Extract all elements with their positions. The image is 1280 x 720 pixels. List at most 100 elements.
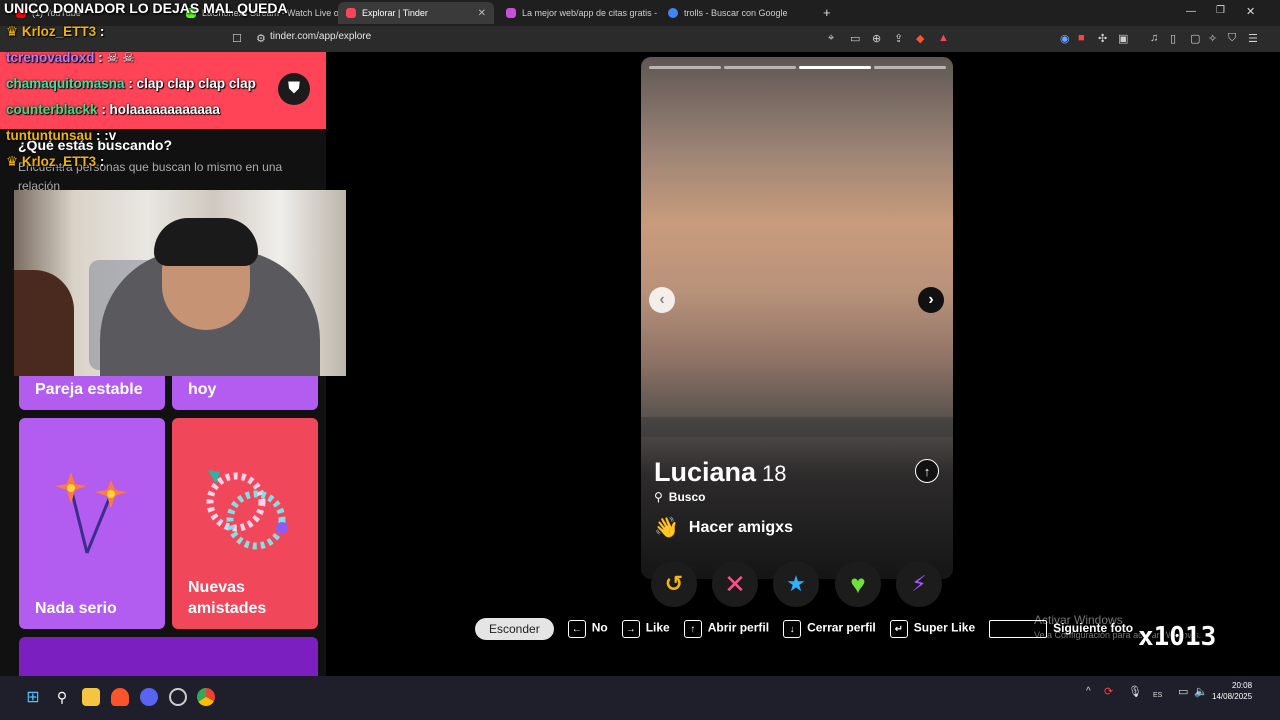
- tab-label: La mejor web/app de citas gratis - ar: [522, 8, 658, 18]
- shortcut-close-profile: ↓ Cerrar perfil: [783, 620, 876, 638]
- safety-shield-icon[interactable]: ⛊: [278, 73, 310, 105]
- hide-shortcuts-button[interactable]: Esconder: [475, 618, 554, 640]
- tinder-flame-icon: [346, 8, 356, 18]
- previous-photo-button[interactable]: ‹: [649, 287, 675, 313]
- bookmark-icon[interactable]: ☐: [232, 32, 242, 45]
- next-photo-button[interactable]: ›: [918, 287, 944, 313]
- lightning-icon: ⚡: [911, 571, 927, 596]
- puzzle-icon[interactable]: ✣: [1098, 32, 1107, 45]
- windows-start-icon[interactable]: ⊞: [24, 688, 42, 706]
- tray-chevron-icon[interactable]: ^: [1086, 686, 1091, 697]
- brave-browser-icon[interactable]: [111, 688, 129, 706]
- extension-icon[interactable]: ◉: [1060, 32, 1070, 45]
- chrome-icon[interactable]: [197, 688, 215, 706]
- boost-button[interactable]: ⚡: [896, 561, 942, 607]
- nope-button[interactable]: ✕: [712, 561, 758, 607]
- file-explorer-icon[interactable]: [82, 688, 100, 706]
- relationship-goal: 👋 Hacer amigxs: [654, 515, 793, 540]
- category-nada-serio[interactable]: Nada serio: [19, 418, 165, 629]
- url-field[interactable]: tinder.com/app/explore: [270, 31, 371, 42]
- profile-card[interactable]: ‹ › Luciana 18 ↑ ⚲ Busco 👋 Hacer amigxs: [641, 57, 953, 579]
- sidebar-icon[interactable]: ▯: [1170, 32, 1176, 45]
- menu-icon[interactable]: ☰: [1248, 32, 1258, 45]
- relationship-goal-text: Hacer amigxs: [688, 518, 793, 536]
- category-more[interactable]: [19, 637, 318, 676]
- shortcut-label: Super Like: [913, 620, 976, 635]
- chat-text: :: [98, 50, 103, 65]
- skull-emote-icon: ☠ ☠: [106, 50, 135, 65]
- category-nuevas-amistades[interactable]: Nuevas amistades: [172, 418, 318, 629]
- window-icon[interactable]: ▢: [1190, 32, 1200, 45]
- chat-text: : holaaaaaaaaaaaa: [101, 102, 220, 117]
- chat-user: tuntuntunsau: [6, 128, 93, 143]
- site-settings-icon[interactable]: ⚙: [256, 32, 266, 45]
- photo-indicator[interactable]: [874, 66, 946, 69]
- volume-icon[interactable]: 🔈: [1194, 685, 1208, 698]
- friendship-bracelet-icon: [206, 470, 288, 550]
- location-icon[interactable]: ⌖: [828, 32, 834, 45]
- open-profile-button[interactable]: ↑: [915, 459, 939, 483]
- taskbar-clock[interactable]: 20:08 14/08/2025: [1212, 680, 1252, 702]
- horizon-sea: [641, 417, 953, 437]
- chat-message: tcrenovadoxd : ☠ ☠: [6, 50, 135, 66]
- down-arrow-key-icon: ↓: [783, 620, 802, 638]
- leo-ai-icon[interactable]: ✧: [1208, 32, 1217, 45]
- cast-icon[interactable]: ▭: [850, 32, 860, 45]
- category-label: Pareja estable: [35, 381, 143, 398]
- close-tab-icon[interactable]: ✕: [478, 8, 486, 19]
- extension-new-icon[interactable]: ■: [1078, 32, 1085, 44]
- looking-for-label: Busco: [668, 490, 706, 504]
- search-icon[interactable]: ⚲: [53, 688, 71, 706]
- profile-age: 18: [762, 461, 787, 486]
- shortcut-label: Like: [645, 620, 670, 635]
- language-indicator[interactable]: ES: [1153, 692, 1162, 699]
- chat-text: :: [99, 154, 105, 169]
- chat-message: counterblackk : holaaaaaaaaaaaa: [6, 102, 220, 117]
- music-icon[interactable]: ♫: [1150, 32, 1158, 44]
- minimize-button[interactable]: —: [1186, 6, 1196, 17]
- close-window-button[interactable]: ✕: [1246, 5, 1255, 18]
- looking-for-row: ⚲ Busco: [654, 490, 705, 504]
- chat-user: Krloz_ETT3: [21, 154, 97, 169]
- tab-tinder[interactable]: Explorar | Tinder ✕: [338, 2, 494, 24]
- like-button[interactable]: ♥: [835, 561, 881, 607]
- sync-icon[interactable]: ⟳: [1104, 685, 1113, 698]
- streamer-logo: x1013: [1138, 622, 1217, 652]
- network-icon[interactable]: ▭: [1178, 685, 1188, 698]
- super-like-button[interactable]: ★: [773, 561, 819, 607]
- category-label: Nada serio: [35, 600, 117, 617]
- share-icon[interactable]: ⇪: [894, 32, 903, 45]
- crown-icon: ♛: [6, 24, 19, 39]
- second-person: [14, 270, 74, 376]
- obs-icon[interactable]: [169, 688, 187, 706]
- profile-name: Luciana 18: [654, 457, 787, 488]
- chat-text: : :v: [96, 128, 117, 143]
- wallet-icon[interactable]: ▣: [1118, 32, 1128, 45]
- tab-google-search[interactable]: trolls - Buscar con Google: [660, 2, 816, 24]
- discord-icon[interactable]: [140, 688, 158, 706]
- chat-user: Krloz_ETT3: [21, 24, 97, 39]
- dating-site-icon: [506, 8, 516, 18]
- shortcut-super-like: ↵ Super Like: [889, 620, 976, 638]
- crown-icon: ♛: [6, 154, 19, 169]
- rewind-button[interactable]: ↺: [651, 561, 697, 607]
- chat-user: chamaquitomasna: [6, 76, 125, 91]
- microphone-icon[interactable]: 🎙: [1128, 685, 1142, 698]
- brave-shield-icon[interactable]: ◆: [916, 32, 924, 45]
- shortcut-label: Abrir perfil: [707, 620, 770, 635]
- photo-indicator[interactable]: [649, 66, 721, 69]
- shortcut-no: ← No: [567, 620, 608, 638]
- brave-rewards-icon[interactable]: ▲: [938, 32, 949, 44]
- photo-indicator[interactable]: [724, 66, 796, 69]
- tab-label: Explorar | Tinder: [362, 8, 428, 18]
- maximize-button[interactable]: ❐: [1216, 5, 1225, 16]
- vpn-icon[interactable]: ⛉: [1228, 32, 1236, 45]
- zoom-icon[interactable]: ⊕: [872, 32, 881, 45]
- chat-user: counterblackk: [6, 102, 98, 117]
- search-icon: ⚲: [654, 490, 663, 504]
- new-tab-button[interactable]: +: [823, 5, 831, 20]
- photo-indicator-active[interactable]: [799, 66, 871, 69]
- up-arrow-key-icon: ↑: [683, 620, 702, 638]
- tab-dating-site[interactable]: La mejor web/app de citas gratis - ar: [498, 2, 658, 24]
- chat-user: tcrenovadoxd: [6, 50, 95, 65]
